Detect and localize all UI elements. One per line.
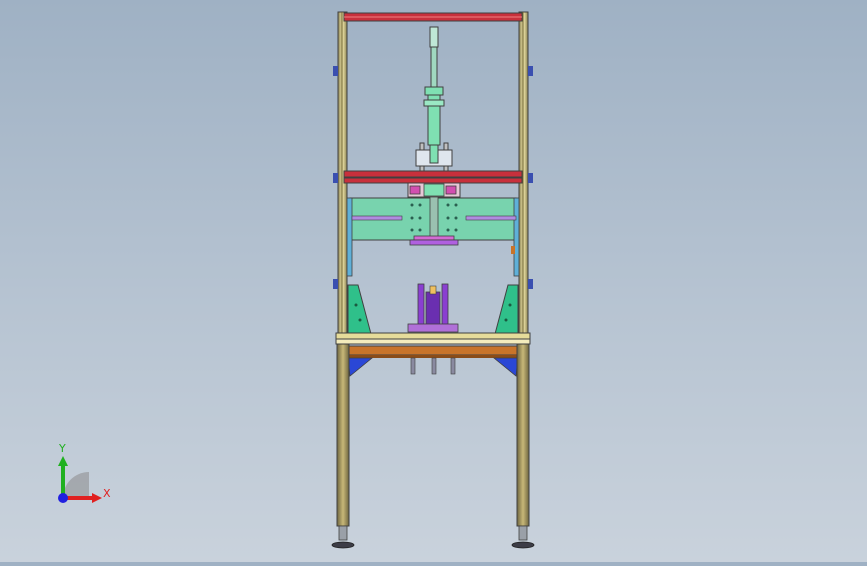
left-bracket [347, 357, 374, 377]
right-leg [516, 343, 530, 527]
cylinder-assembly [415, 26, 453, 172]
press-plate [346, 196, 520, 277]
legs [331, 343, 535, 549]
cylinder-cap [424, 86, 444, 96]
post-clip [333, 66, 338, 76]
middle-rail-lower [343, 177, 523, 184]
left-gusset [347, 284, 372, 335]
post-clip [333, 173, 338, 183]
cad-viewport[interactable] [0, 0, 867, 562]
x-axis-label: X [103, 487, 111, 500]
left-leg [336, 343, 350, 527]
left-foot [331, 541, 355, 549]
right-foot [511, 541, 535, 549]
right-gusset [494, 284, 519, 335]
post-clip [333, 279, 338, 289]
base-table [335, 332, 531, 377]
post-clip [528, 173, 533, 183]
coordinate-triad: Y X [50, 440, 120, 510]
post-clip [528, 66, 533, 76]
piston-rod-top [429, 26, 439, 48]
mount-detail [429, 144, 439, 164]
table-top [335, 332, 531, 340]
orange-beam [346, 345, 520, 356]
machine-drawing [331, 11, 535, 549]
right-bracket [492, 357, 519, 377]
post-clip [528, 279, 533, 289]
cylinder-flange [423, 99, 445, 107]
middle-rail-upper [343, 170, 523, 178]
fixture [407, 283, 459, 333]
carriage [407, 182, 461, 198]
y-axis-label: Y [59, 442, 66, 455]
piston-rod [430, 46, 438, 88]
